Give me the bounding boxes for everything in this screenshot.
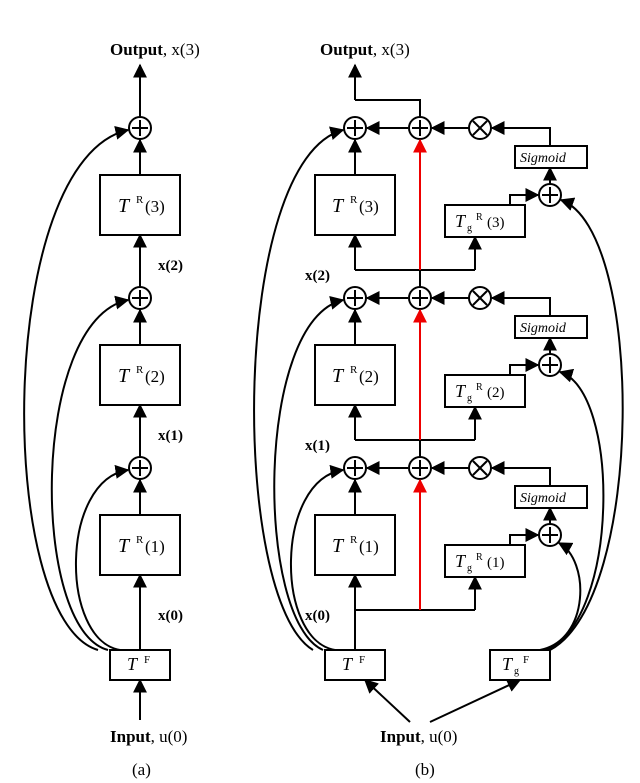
svg-text:Sigmoid: Sigmoid (520, 491, 567, 506)
stage-3: x(2) T R (3) T g R (3) Sigmoid (305, 100, 587, 284)
svg-text:R: R (350, 364, 358, 376)
svg-text:(2): (2) (145, 367, 165, 386)
svg-text:x(1): x(1) (305, 438, 330, 454)
svg-text:R: R (136, 364, 144, 376)
svg-text:T: T (332, 195, 345, 217)
svg-text:(3): (3) (359, 197, 379, 216)
output-label: Output, x(3) (110, 40, 200, 59)
svg-text:(3): (3) (145, 197, 165, 216)
output-label-b: Output, x(3) (320, 40, 410, 59)
svg-text:T: T (118, 195, 131, 217)
svg-text:Sigmoid: Sigmoid (520, 151, 567, 166)
input-label-b: Input, u(0) (380, 727, 457, 746)
svg-text:Sigmoid: Sigmoid (520, 321, 567, 336)
svg-text:g: g (467, 223, 472, 234)
x2: x(2) (158, 258, 183, 274)
svg-text:(3): (3) (487, 215, 505, 231)
svg-text:R: R (476, 382, 483, 393)
caption-b: (b) (415, 760, 435, 779)
tgf-box: T g F (490, 650, 550, 680)
svg-text:T: T (118, 365, 131, 387)
svg-text:R: R (136, 534, 144, 546)
add-node-3 (129, 117, 151, 139)
diagram-root: Input, u(0) T F x(0) T R (1) x(1) (0, 0, 640, 783)
svg-text:F: F (359, 654, 365, 666)
add-node-2 (129, 287, 151, 309)
tf-box-b: T F (325, 650, 385, 680)
svg-text:g: g (514, 666, 519, 677)
svg-text:T: T (332, 535, 345, 557)
caption-a: (a) (132, 760, 151, 779)
tr2-box: T R (2) (100, 345, 180, 405)
svg-text:F: F (523, 654, 529, 666)
svg-text:T: T (118, 535, 131, 557)
x0: x(0) (158, 608, 183, 624)
input-label: Input, u(0) (110, 727, 187, 746)
svg-text:F: F (144, 654, 150, 666)
svg-text:g: g (467, 563, 472, 574)
svg-text:R: R (136, 194, 144, 206)
stage-2: x(1) T R (2) T g R (2) Sigmoid (305, 270, 587, 454)
svg-text:R: R (476, 212, 483, 223)
tf-box: T F (110, 650, 170, 680)
stage-1: x(0) T R (1) T g R (1) (291, 440, 587, 650)
svg-text:R: R (350, 534, 358, 546)
svg-text:(2): (2) (487, 385, 505, 401)
svg-text:x(0): x(0) (305, 608, 330, 624)
panel-a: Input, u(0) T F x(0) T R (1) x(1) (24, 40, 200, 779)
svg-text:T: T (332, 365, 345, 387)
svg-text:(1): (1) (487, 555, 505, 571)
svg-text:(2): (2) (359, 367, 379, 386)
add-node-1 (129, 457, 151, 479)
tr1-box: T R (1) (100, 515, 180, 575)
x1: x(1) (158, 428, 183, 444)
tgf-to-addg3 (550, 200, 623, 650)
svg-text:(1): (1) (359, 537, 379, 556)
panel-b: Input, u(0) T F T g F x(0) (254, 40, 623, 779)
svg-text:g: g (467, 393, 472, 404)
tr3-box: T R (3) (100, 175, 180, 235)
svg-text:R: R (476, 552, 483, 563)
svg-text:x(2): x(2) (305, 268, 330, 284)
svg-text:R: R (350, 194, 358, 206)
tgf-to-addg2 (546, 372, 603, 650)
svg-text:(1): (1) (145, 537, 165, 556)
